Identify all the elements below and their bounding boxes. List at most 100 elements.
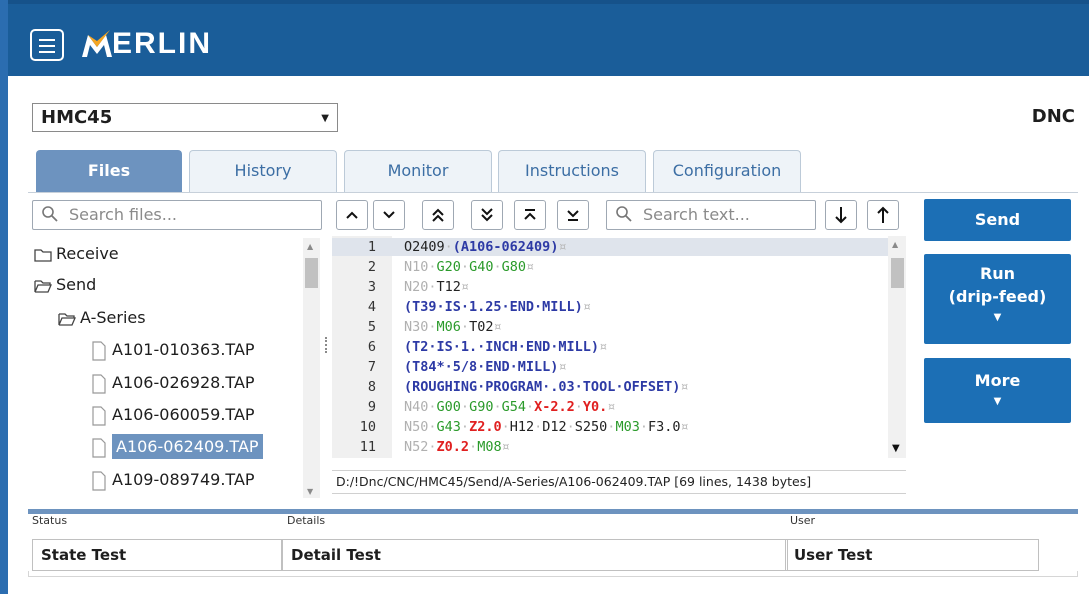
code-line[interactable]: 1 O2409·(A106-062409)¤ xyxy=(332,238,906,256)
code-line[interactable]: 8 (ROUGHING·PROGRAM·.03·TOOL·OFFSET)¤ xyxy=(332,378,906,396)
prev-line-button[interactable] xyxy=(336,200,368,230)
run-button-sublabel: (drip-feed) xyxy=(948,287,1047,306)
run-button-label: Run xyxy=(979,264,1016,283)
mode-label: DNC xyxy=(1031,106,1075,127)
find-previous-button[interactable] xyxy=(867,200,899,230)
folder-open-icon xyxy=(58,312,76,326)
chevron-down-icon xyxy=(383,211,395,219)
file-icon xyxy=(92,340,106,361)
tree-item-file-selected[interactable]: A106-062409.TAP xyxy=(90,433,263,463)
line-number: 2 xyxy=(367,259,376,275)
user-value: User Test xyxy=(785,539,1039,571)
code-line[interactable]: 11 N52·Z0.2·M08¤ xyxy=(332,438,906,456)
double-chevron-down-icon xyxy=(481,208,493,222)
tab-files[interactable]: Files xyxy=(36,150,182,192)
code-line[interactable]: 9 N40·G00·G90·G54·X-2.2·Y0.¤ xyxy=(332,398,906,416)
machine-select[interactable]: HMC45 ▼ xyxy=(32,103,338,132)
search-icon xyxy=(42,206,58,222)
tree-item-file[interactable]: A106-060059.TAP xyxy=(90,401,255,431)
scroll-down-arrow-icon[interactable]: ▼ xyxy=(892,443,900,454)
file-icon xyxy=(92,405,106,426)
tab-configuration[interactable]: Configuration xyxy=(653,150,801,192)
line-number: 10 xyxy=(359,419,376,435)
tree-item-a-series[interactable]: A-Series xyxy=(58,304,146,334)
details-label: Details xyxy=(287,514,326,527)
file-icon xyxy=(92,437,106,458)
more-button[interactable]: More ▼ xyxy=(924,358,1071,423)
line-number: 1 xyxy=(367,239,376,255)
scrollbar-thumb[interactable] xyxy=(891,258,904,288)
line-number: 5 xyxy=(367,319,376,335)
go-top-button[interactable] xyxy=(514,200,546,230)
code-line[interactable]: 6 (T2·IS·1.·INCH·END·MILL)¤ xyxy=(332,338,906,356)
line-number: 9 xyxy=(367,399,376,415)
search-icon xyxy=(616,206,632,222)
send-button[interactable]: Send xyxy=(924,199,1071,241)
code-line[interactable]: 3 N20·T12¤ xyxy=(332,278,906,296)
code-line[interactable]: 2 N10·G20·G40·G80¤ xyxy=(332,258,906,276)
file-icon xyxy=(92,470,106,491)
arrow-down-icon xyxy=(835,207,847,224)
code-line[interactable]: 4 (T39·IS·1.25·END·MILL)¤ xyxy=(332,298,906,316)
file-tree-scrollbar[interactable]: ▲ ▼ xyxy=(303,238,320,498)
code-text: O2409·(A106-062409)¤ xyxy=(404,239,567,255)
run-drip-feed-button[interactable]: Run (drip-feed) ▼ xyxy=(924,254,1071,344)
file-icon xyxy=(92,373,106,394)
tab-instructions[interactable]: Instructions xyxy=(498,150,646,192)
code-text: (T39·IS·1.25·END·MILL)¤ xyxy=(404,299,591,315)
code-text: N50·G43·Z2.0·H12·D12·S250·M03·F3.0¤ xyxy=(404,419,689,435)
logo-text: ERLIN xyxy=(112,27,212,60)
file-path-info: D:/!Dnc/CNC/HMC45/Send/A-Series/A106-062… xyxy=(332,470,906,494)
find-next-button[interactable] xyxy=(825,200,857,230)
line-number: 3 xyxy=(367,279,376,295)
scroll-up-arrow-icon[interactable]: ▲ xyxy=(892,240,898,249)
code-text: (ROUGHING·PROGRAM·.03·TOOL·OFFSET)¤ xyxy=(404,379,689,395)
next-line-button[interactable] xyxy=(373,200,405,230)
folder-icon xyxy=(34,248,52,262)
user-label: User xyxy=(790,514,816,527)
folder-open-icon xyxy=(34,279,52,293)
arrow-up-icon xyxy=(877,206,889,223)
code-editor[interactable]: 1 O2409·(A106-062409)¤ 2 N10·G20·G40·G80¤ 3 N… xyxy=(332,236,906,458)
tab-history[interactable]: History xyxy=(189,150,337,192)
scroll-up-arrow-icon[interactable]: ▲ xyxy=(307,242,313,251)
more-button-label: More xyxy=(974,371,1021,390)
code-line[interactable]: 10 N50·G43·Z2.0·H12·D12·S250·M03·F3.0¤ xyxy=(332,418,906,436)
page-up-button[interactable] xyxy=(422,200,454,230)
code-line[interactable]: 5 N30·M06·T02¤ xyxy=(332,318,906,336)
status-label: Status xyxy=(32,514,68,527)
panel-splitter-handle[interactable] xyxy=(325,337,327,353)
code-scrollbar[interactable]: ▲ ▼ xyxy=(888,236,906,458)
send-button-label: Send xyxy=(974,210,1021,229)
tree-item-send[interactable]: Send xyxy=(34,271,96,301)
go-bottom-button[interactable] xyxy=(557,200,589,230)
scrollbar-thumb[interactable] xyxy=(305,258,318,288)
code-line[interactable]: 7 (T84*·5/8·END·MILL)¤ xyxy=(332,358,906,376)
dropdown-caret-icon: ▼ xyxy=(321,113,329,124)
line-number: 8 xyxy=(367,379,376,395)
code-text: (T84*·5/8·END·MILL)¤ xyxy=(404,359,567,375)
page-down-button[interactable] xyxy=(471,200,503,230)
file-search-input[interactable]: Search files... xyxy=(32,200,322,230)
left-edge-bar xyxy=(0,0,8,594)
scroll-down-arrow-icon[interactable]: ▼ xyxy=(307,487,313,496)
logo-m-icon xyxy=(82,30,112,57)
merlin-logo: ERLIN xyxy=(80,26,212,62)
machine-select-value: HMC45 xyxy=(41,107,113,128)
app-header: ERLIN xyxy=(8,0,1089,76)
tab-monitor[interactable]: Monitor xyxy=(344,150,492,192)
code-text: N20·T12¤ xyxy=(404,279,470,295)
chevron-up-icon xyxy=(346,211,358,219)
hamburger-menu-button[interactable] xyxy=(30,29,64,61)
status-value: State Test xyxy=(32,539,282,571)
code-text: N30·M06·T02¤ xyxy=(404,319,502,335)
tree-item-receive[interactable]: Receive xyxy=(34,240,119,270)
line-number: 11 xyxy=(359,439,376,455)
tree-item-file[interactable]: A101-010363.TAP xyxy=(90,336,255,366)
file-tree: Receive Send A-Series A101-010363.TAP A1… xyxy=(32,238,324,498)
tree-item-file[interactable]: A109-089749.TAP xyxy=(90,466,255,496)
code-text: N40·G00·G90·G54·X-2.2·Y0.¤ xyxy=(404,399,616,415)
text-search-input[interactable]: Search text... xyxy=(606,200,816,230)
tree-item-file[interactable]: A106-026928.TAP xyxy=(90,369,255,399)
dropdown-caret-icon: ▼ xyxy=(993,312,1002,323)
